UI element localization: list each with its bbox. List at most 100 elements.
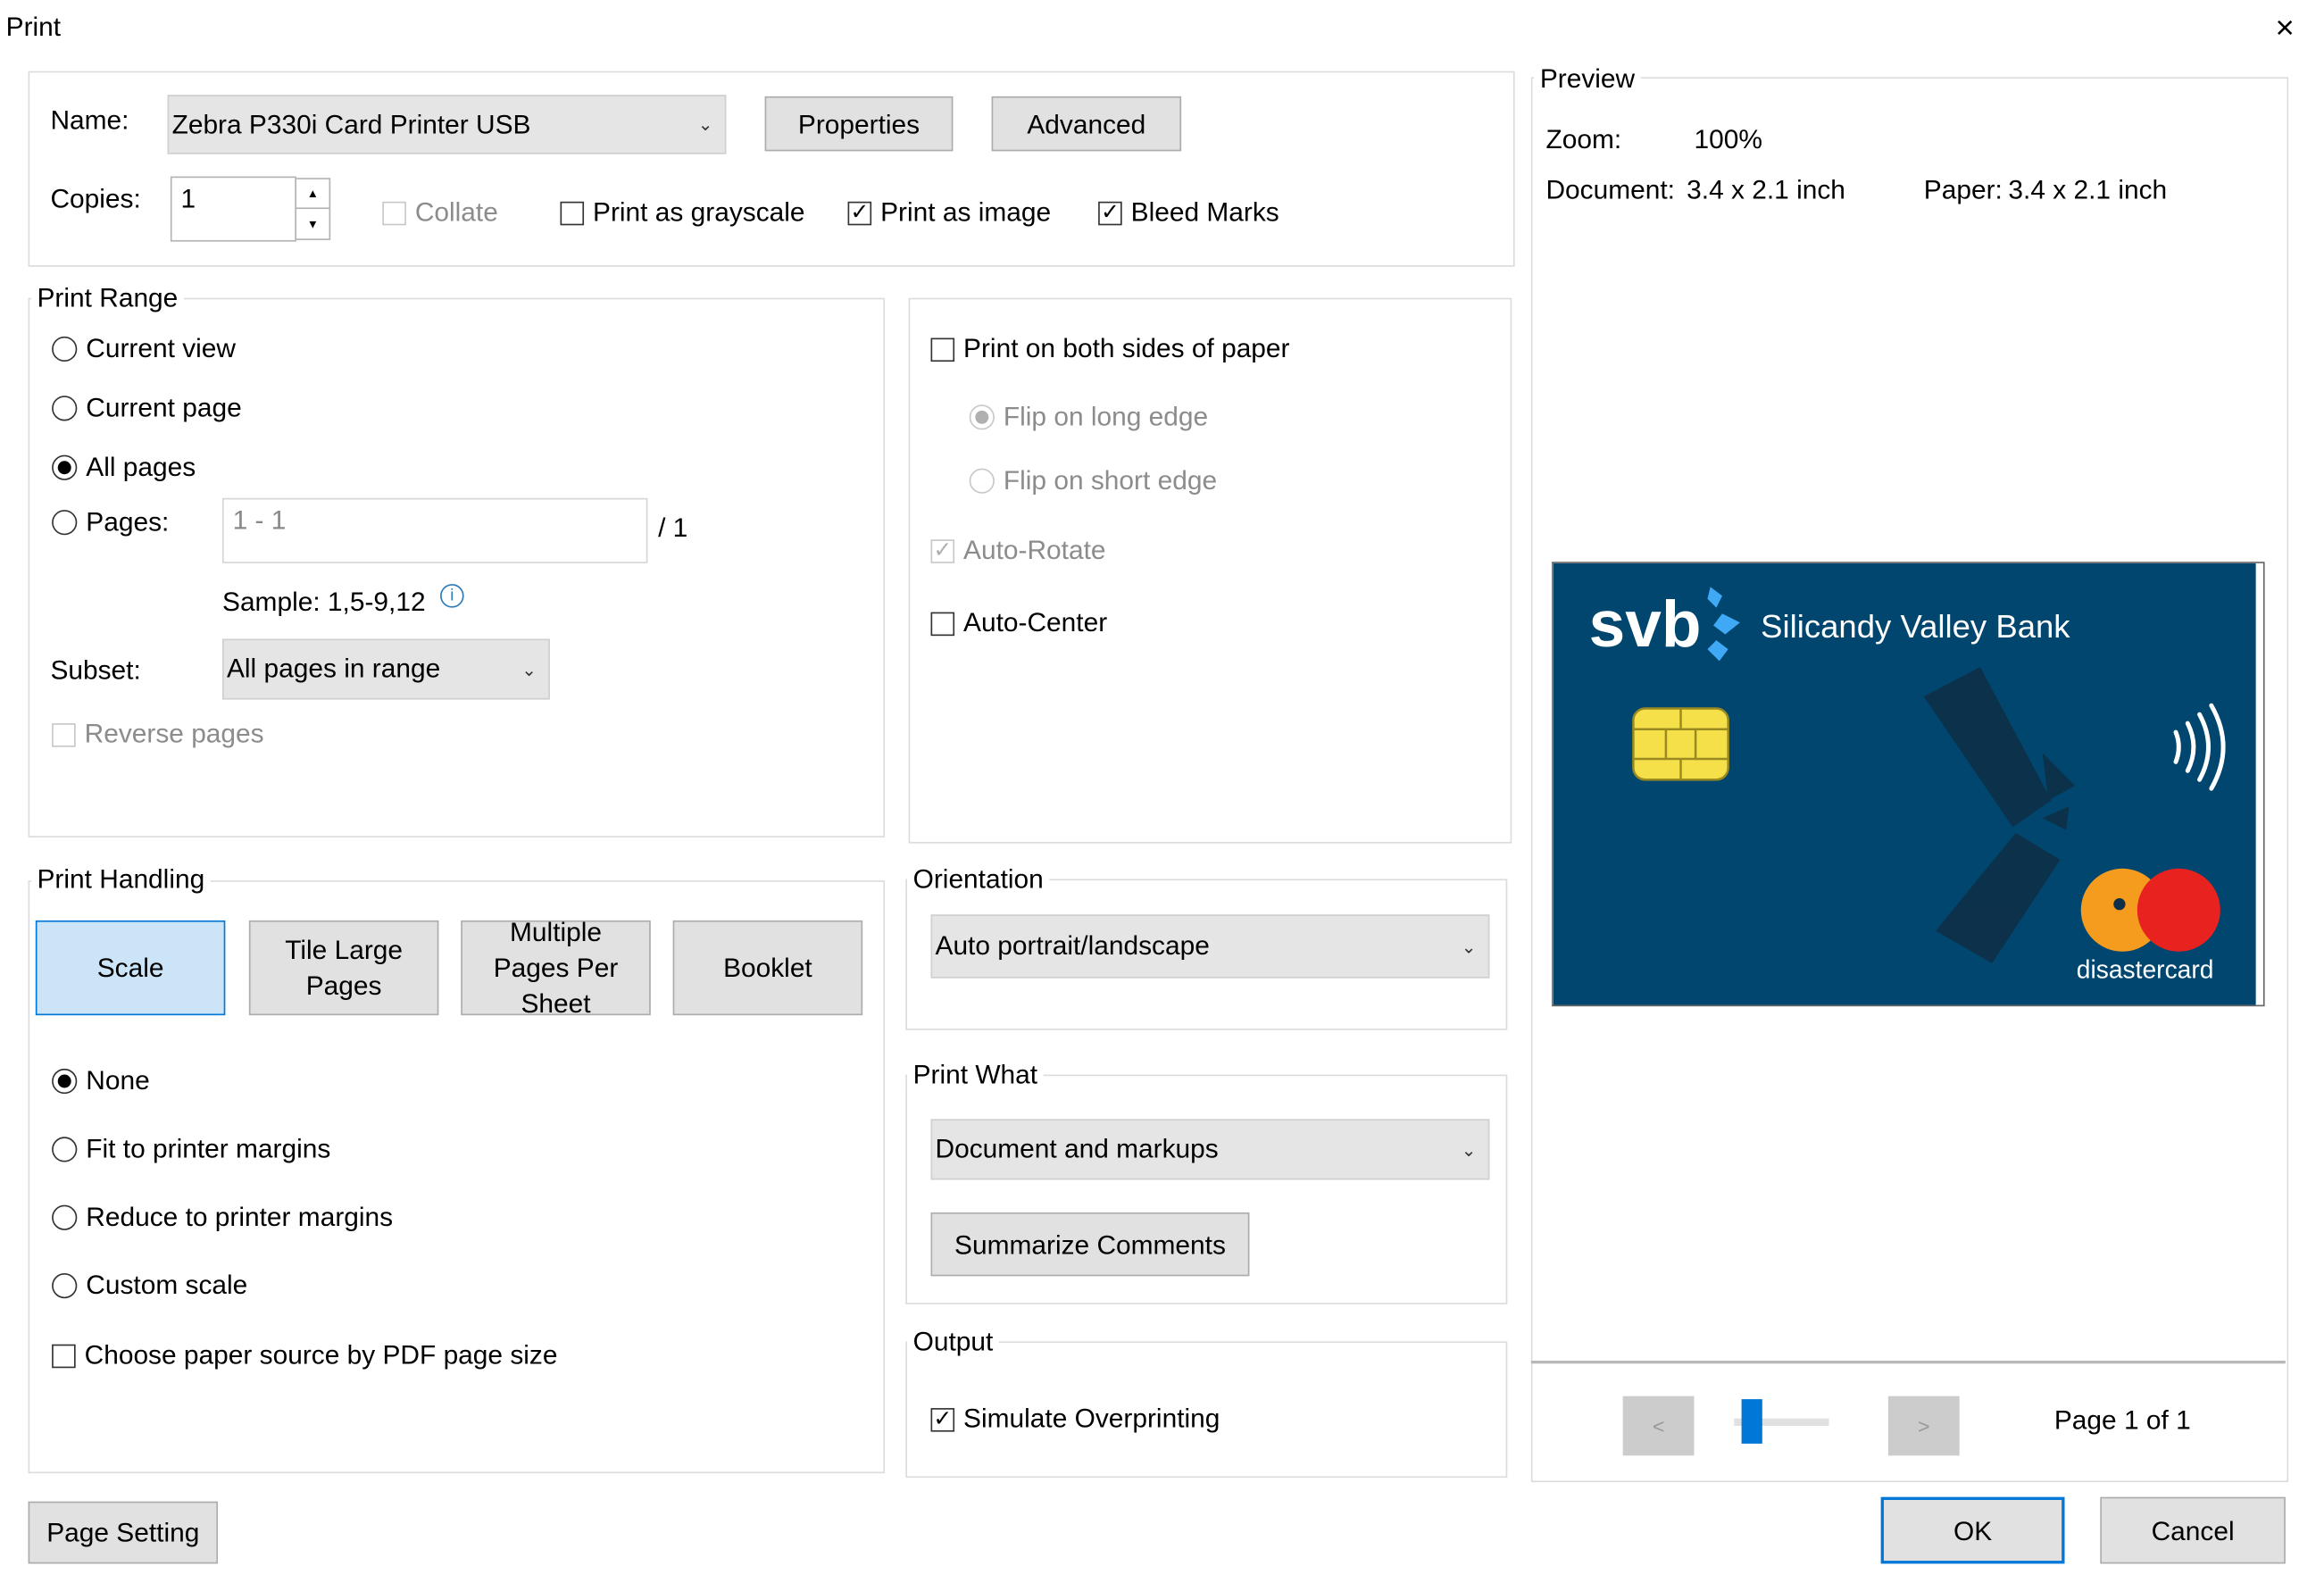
radio-all-pages[interactable]: All pages [52, 452, 196, 483]
booklet-button[interactable]: Booklet [672, 920, 863, 1016]
preview-legend: Preview [1534, 63, 1641, 96]
flip-short-label: Flip on short edge [1003, 465, 1218, 496]
radio-fit[interactable]: Fit to printer margins [52, 1134, 330, 1165]
radio-selected-icon [969, 404, 995, 430]
flip-long-label: Flip on long edge [1003, 401, 1209, 432]
preview-divider [1530, 1360, 2286, 1364]
radio-custom-scale[interactable]: Custom scale [52, 1271, 247, 1302]
simulate-overprinting-label: Simulate Overprinting [963, 1404, 1220, 1434]
print-what-select[interactable]: Document and markups ⌄ [930, 1119, 1490, 1180]
orientation-select[interactable]: Auto portrait/landscape ⌄ [930, 914, 1490, 979]
orientation-select-value: Auto portrait/landscape [935, 930, 1210, 961]
close-icon[interactable]: × [2275, 9, 2294, 47]
checkbox-icon [52, 722, 76, 746]
checkbox-icon [52, 1343, 76, 1368]
tile-large-pages-button[interactable]: Tile Large Pages [248, 920, 439, 1016]
grayscale-label: Print as grayscale [593, 196, 805, 227]
radio-current-view[interactable]: Current view [52, 334, 236, 365]
summarize-comments-button[interactable]: Summarize Comments [930, 1212, 1250, 1277]
simulate-overprinting-checkbox[interactable]: ✓ Simulate Overprinting [930, 1404, 1220, 1435]
copies-stepper[interactable]: ▲ ▼ [295, 178, 331, 240]
fit-label: Fit to printer margins [86, 1133, 331, 1164]
checkbox-icon [930, 611, 955, 636]
paper-source-checkbox[interactable]: Choose paper source by PDF page size [52, 1340, 557, 1371]
bleed-marks-checkbox[interactable]: ✓ Bleed Marks [1098, 197, 1279, 229]
radio-none[interactable]: None [52, 1066, 150, 1097]
document-size-value: 3.4 x 2.1 inch [1687, 174, 1845, 205]
page-slider-thumb[interactable] [1741, 1399, 1762, 1444]
print-range-panel [28, 297, 886, 837]
checkbox-icon [930, 337, 955, 362]
radio-icon [52, 1204, 78, 1230]
pages-total: / 1 [658, 512, 688, 543]
print-what-legend: Print What [906, 1059, 1044, 1091]
network-logo-icon [2080, 868, 2220, 952]
pages-input[interactable]: 1 - 1 [222, 497, 648, 563]
properties-button[interactable]: Properties [764, 96, 954, 152]
print-handling-legend: Print Handling [30, 863, 211, 896]
scale-button[interactable]: Scale [35, 920, 226, 1016]
output-legend: Output [906, 1326, 999, 1358]
multiple-pages-button[interactable]: Multiple Pages Per Sheet [461, 918, 651, 1018]
card-bank-name: Silicandy Valley Bank [1761, 608, 2070, 645]
paper-size-value: 3.4 x 2.1 inch [2008, 174, 2168, 205]
radio-icon [969, 468, 995, 494]
next-page-button[interactable]: > [1887, 1396, 1960, 1456]
auto-rotate-checkbox[interactable]: ✓ Auto-Rotate [930, 535, 1106, 566]
card-network-name: disastercard [2077, 955, 2214, 984]
radio-selected-icon [52, 454, 78, 480]
ok-button[interactable]: OK [1880, 1496, 2065, 1564]
radio-icon [52, 396, 78, 421]
stepper-down-icon[interactable]: ▼ [296, 209, 329, 238]
custom-scale-label: Custom scale [86, 1270, 248, 1300]
current-view-label: Current view [86, 333, 237, 363]
page-slider[interactable] [1734, 1399, 1829, 1444]
page-info: Page 1 of 1 [2053, 1404, 2191, 1435]
collate-checkbox[interactable]: Collate [382, 197, 498, 229]
stepper-up-icon[interactable]: ▲ [296, 179, 329, 210]
auto-center-checkbox[interactable]: Auto-Center [930, 608, 1107, 639]
zoom-label: Zoom: [1545, 124, 1622, 154]
reduce-label: Reduce to printer margins [86, 1202, 394, 1232]
card-graphic: svb Silicandy Valley Bank disastercard [1553, 562, 2256, 1005]
printer-select[interactable]: Zebra P330i Card Printer USB ⌄ [167, 95, 727, 154]
print-as-image-checkbox[interactable]: ✓ Print as image [847, 196, 1052, 229]
subset-select[interactable]: All pages in range ⌄ [222, 638, 550, 700]
both-sides-label: Print on both sides of paper [963, 333, 1290, 363]
radio-reduce[interactable]: Reduce to printer margins [52, 1202, 393, 1233]
subset-label: Subset: [50, 654, 141, 685]
bleed-marks-label: Bleed Marks [1130, 196, 1279, 227]
radio-pages[interactable]: Pages: [52, 507, 169, 538]
sample-text: Sample: 1,5-9,12 [222, 587, 426, 617]
copies-input[interactable]: 1 [170, 176, 297, 242]
print-as-image-label: Print as image [880, 196, 1052, 227]
chevron-down-icon: ⌄ [521, 658, 537, 680]
copies-label: Copies: [50, 183, 141, 214]
radio-flip-long[interactable]: Flip on long edge [969, 401, 1209, 433]
card-logo: svb [1589, 588, 1702, 661]
checkmark-icon: ✓ [930, 538, 955, 562]
radio-selected-icon [52, 1068, 78, 1095]
card-preview: svb Silicandy Valley Bank disastercard [1552, 562, 2265, 1007]
radio-icon [52, 510, 78, 536]
grayscale-checkbox[interactable]: Print as grayscale [560, 196, 805, 229]
subset-select-value: All pages in range [226, 654, 441, 684]
checkmark-icon: ✓ [930, 1407, 955, 1431]
reverse-pages-checkbox[interactable]: Reverse pages [52, 719, 264, 750]
cancel-button[interactable]: Cancel [2100, 1496, 2286, 1564]
checkmark-icon: ✓ [1098, 201, 1122, 225]
print-what-select-value: Document and markups [935, 1133, 1219, 1164]
all-pages-label: All pages [86, 452, 196, 482]
page-setting-button[interactable]: Page Setting [28, 1501, 219, 1564]
collate-label: Collate [414, 196, 498, 227]
printer-select-value: Zebra P330i Card Printer USB [171, 109, 531, 139]
pages-label: Pages: [86, 506, 170, 537]
radio-flip-short[interactable]: Flip on short edge [969, 465, 1218, 496]
window-title: Print [5, 12, 62, 42]
info-icon[interactable]: i [440, 584, 464, 608]
advanced-button[interactable]: Advanced [991, 96, 1182, 152]
chevron-down-icon: ⌄ [697, 113, 713, 136]
both-sides-checkbox[interactable]: Print on both sides of paper [930, 333, 1290, 365]
radio-current-page[interactable]: Current page [52, 393, 242, 424]
previous-page-button[interactable]: < [1622, 1396, 1695, 1456]
